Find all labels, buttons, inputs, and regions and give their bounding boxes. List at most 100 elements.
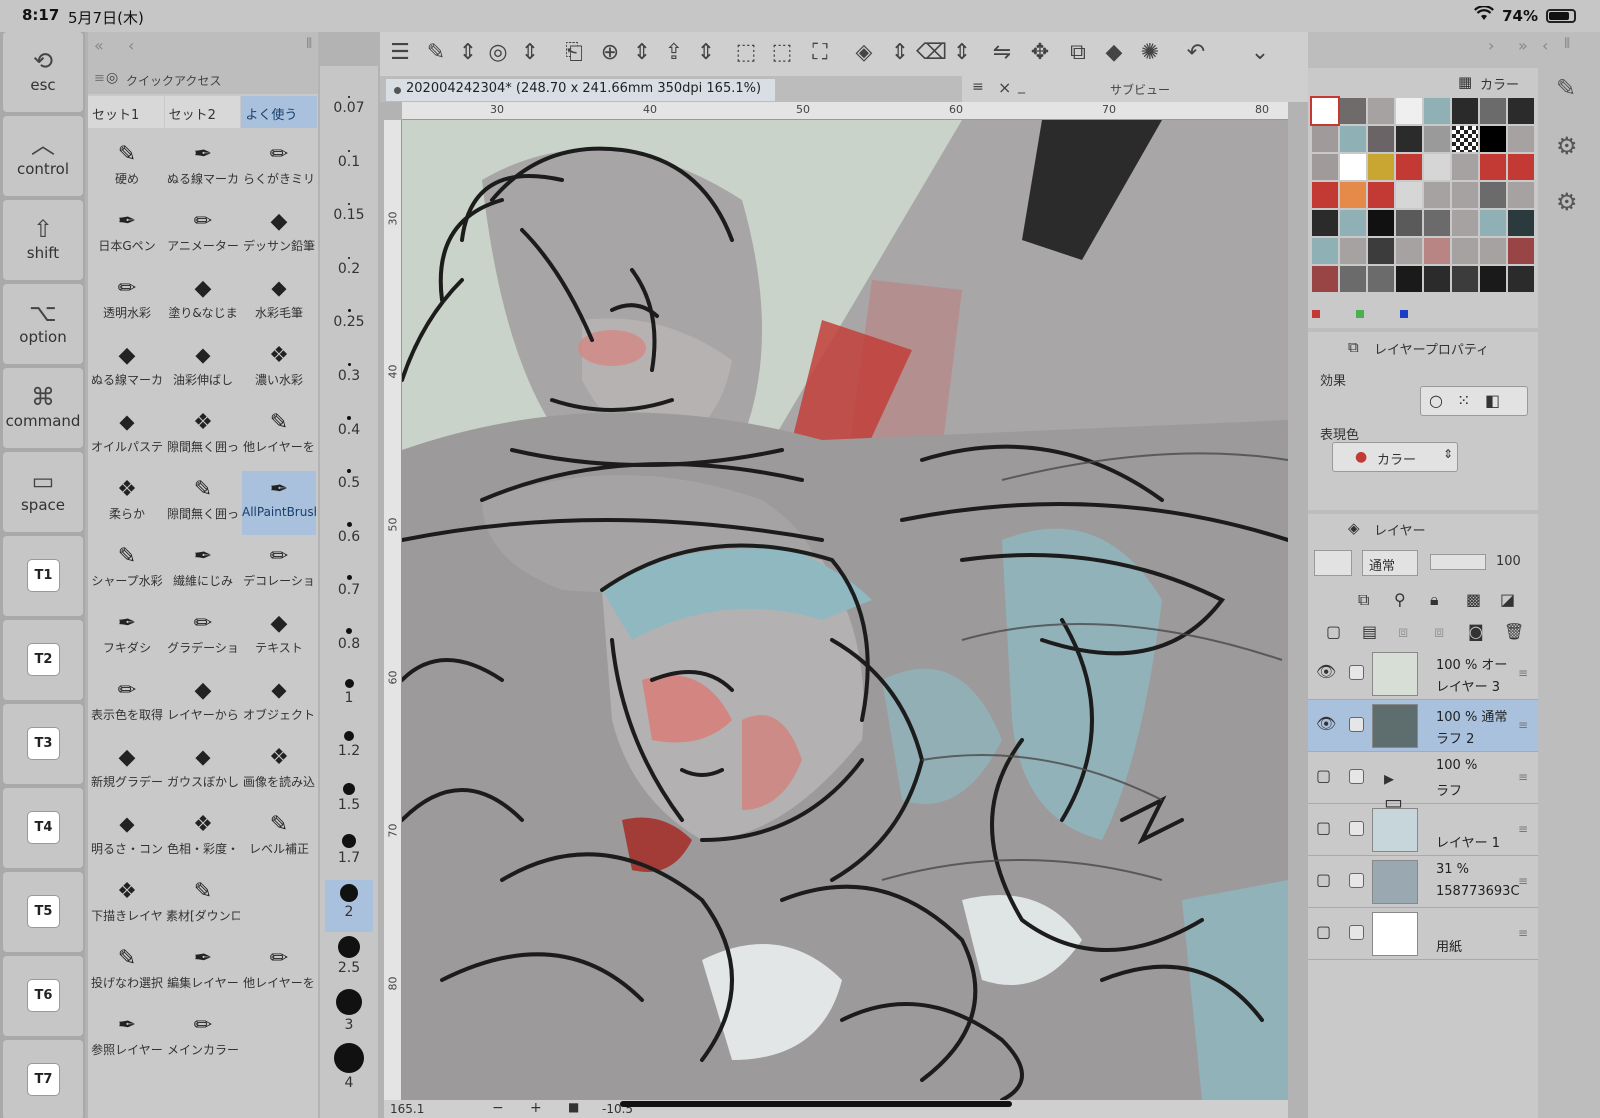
drawing-canvas[interactable]	[402, 120, 1288, 1100]
color-swatch[interactable]	[1312, 154, 1338, 180]
chevron-left-icon[interactable]: ‹	[1542, 36, 1548, 55]
color-swatch[interactable]	[1424, 126, 1450, 152]
effect-selector[interactable]: ○ ⁙ ◧	[1420, 386, 1528, 416]
tool-item[interactable]: ❖ 濃い水彩	[242, 337, 316, 401]
reference-icon[interactable]: ⚲	[1394, 590, 1406, 609]
spiral-icon[interactable]: ◎	[484, 40, 512, 65]
shift-key[interactable]: ⇧ shift	[3, 200, 83, 280]
shortcut-key-t5[interactable]: T5	[3, 872, 83, 952]
color-swatch[interactable]	[1340, 154, 1366, 180]
minimize-icon[interactable]: _	[1018, 78, 1025, 94]
color-swatch[interactable]	[1480, 210, 1506, 236]
lock-icon[interactable]: 🔒︎	[1430, 590, 1439, 610]
brush-size-item[interactable]: 3	[325, 987, 373, 1039]
menu-icon[interactable]: ≡	[972, 79, 984, 95]
updown-icon[interactable]: ⇕	[454, 40, 482, 65]
option-key[interactable]: ⌥ option	[3, 284, 83, 364]
pen-icon[interactable]: ✎	[1556, 74, 1576, 102]
brush-size-item[interactable]: 0.15	[325, 183, 373, 235]
blend-mode-swatch[interactable]	[1314, 550, 1352, 576]
shortcut-key-t6[interactable]: T6	[3, 956, 83, 1036]
tool-item[interactable]: ⬥ 油彩伸ばし	[166, 337, 240, 401]
color-swatch[interactable]	[1452, 126, 1478, 152]
circle-effect-icon[interactable]: ○	[1429, 391, 1443, 410]
color-swatch[interactable]	[1368, 182, 1394, 208]
tool-item[interactable]: ✎ レベル補正	[242, 806, 316, 870]
layer-row[interactable]: ▢ 用紙 ≡	[1308, 908, 1538, 960]
shortcut-key-t4[interactable]: T4	[3, 788, 83, 868]
tool-item[interactable]: ❖ 下描きレイヤ	[90, 873, 164, 937]
clip-icon[interactable]: ⧉	[1358, 590, 1369, 610]
open-icon[interactable]: ⎗	[560, 40, 588, 65]
document-tab[interactable]: 202004242304* (248.70 x 241.66mm 350dpi …	[386, 79, 776, 101]
color-swatch[interactable]	[1480, 238, 1506, 264]
color-swatch[interactable]	[1452, 210, 1478, 236]
brush-size-item[interactable]: 0.7	[325, 558, 373, 610]
quick-access-tab[interactable]: よく使う	[241, 96, 318, 128]
menu-icon[interactable]: ≡	[94, 71, 105, 86]
shortcut-key-t1[interactable]: T1	[3, 536, 83, 616]
tool-item[interactable]: ❖ 画像を読み込	[242, 739, 316, 803]
tool-item[interactable]: ⬥ 水彩毛筆	[242, 270, 316, 334]
tool-item[interactable]: ◆ 塗り&なじま	[166, 270, 240, 334]
color-swatch[interactable]	[1508, 182, 1534, 208]
color-swatch[interactable]	[1396, 154, 1422, 180]
tool-item[interactable]: ✎ シャープ水彩	[90, 538, 164, 602]
tool-item[interactable]: ❖ 隙間無く囲っ	[166, 404, 240, 468]
drag-handle-icon[interactable]: ≡	[1518, 770, 1528, 784]
color-swatch[interactable]	[1508, 266, 1534, 292]
brush-size-item[interactable]: 2.5	[325, 934, 373, 986]
lock-transparency-icon[interactable]: ▩	[1466, 590, 1481, 609]
brush-size-item[interactable]: 0.1	[325, 130, 373, 182]
color-swatch[interactable]	[1368, 266, 1394, 292]
color-swatch[interactable]	[1368, 210, 1394, 236]
color-swatch[interactable]	[1396, 238, 1422, 264]
new-layer-icon[interactable]: ⊕	[596, 40, 624, 65]
color-swatch[interactable]	[1480, 126, 1506, 152]
loading-icon[interactable]: ✺	[1136, 40, 1164, 65]
tool-item[interactable]: ✒ 日本Gペン	[90, 203, 164, 267]
updown-icon[interactable]: ⇕	[692, 40, 720, 65]
tool-item[interactable]: ✏ らくがきミリ	[242, 136, 316, 200]
tool-item[interactable]: ✏ デコレーショ	[242, 538, 316, 602]
layer-lock-checkbox[interactable]	[1349, 821, 1364, 836]
menu-icon[interactable]: ☰	[386, 40, 414, 65]
color-swatch[interactable]	[1340, 266, 1366, 292]
layer-lock-checkbox[interactable]	[1349, 873, 1364, 888]
chevron-right-icon[interactable]: ›	[1488, 36, 1494, 55]
shortcut-key-t7[interactable]: T7	[3, 1040, 83, 1118]
brush-size-item[interactable]: 1.2	[325, 719, 373, 771]
color-swatch[interactable]	[1424, 238, 1450, 264]
drag-handle-icon[interactable]: ≡	[1518, 666, 1528, 680]
color-swatch[interactable]	[1480, 154, 1506, 180]
tool-property-icon[interactable]: ⚙	[1556, 132, 1578, 160]
tool-item[interactable]: ❖ 色相・彩度・	[166, 806, 240, 870]
trash-icon[interactable]: 🗑︎	[1504, 622, 1524, 641]
tool-item[interactable]: ✏ アニメーター	[166, 203, 240, 267]
shortcut-key-t3[interactable]: T3	[3, 704, 83, 784]
color-swatch[interactable]	[1340, 126, 1366, 152]
color-swatch[interactable]	[1480, 266, 1506, 292]
tool-item[interactable]: ✎ 投げなわ選択	[90, 940, 164, 1004]
merge-down-icon[interactable]: ⧈	[1398, 622, 1408, 642]
color-swatch[interactable]	[1310, 96, 1340, 126]
fill-icon[interactable]: ◆	[1100, 40, 1128, 65]
tool-item[interactable]: ✏ グラデーショ	[166, 605, 240, 669]
expression-color-select[interactable]: ● カラー ⇕	[1332, 442, 1458, 472]
move-icon[interactable]: ✥	[1026, 40, 1054, 65]
tone-effect-icon[interactable]: ⁙	[1457, 391, 1470, 410]
esc-key[interactable]: ⟲ esc	[3, 32, 83, 112]
color-swatch[interactable]	[1340, 210, 1366, 236]
brush-size-item[interactable]: 0.4	[325, 398, 373, 450]
layer-row[interactable]: ▢ 31 % 158773693C ≡	[1308, 856, 1538, 908]
transform-icon[interactable]: ⧉	[1064, 40, 1092, 65]
color-swatch[interactable]	[1312, 182, 1338, 208]
new-raster-layer-icon[interactable]: ▢	[1326, 622, 1341, 641]
layer-mask-icon[interactable]: ◙	[1468, 622, 1484, 641]
drag-handle-icon[interactable]: ≡	[1518, 874, 1528, 888]
layer-lock-checkbox[interactable]	[1349, 925, 1364, 940]
updown-icon[interactable]: ⇕	[628, 40, 656, 65]
double-chevron-right-icon[interactable]: »	[1518, 36, 1528, 55]
tool-item[interactable]: ✒ ぬる線マーカ	[166, 136, 240, 200]
layer-row[interactable]: 👁︎ 100 % 通常 ラフ 2 ≡	[1308, 700, 1538, 752]
